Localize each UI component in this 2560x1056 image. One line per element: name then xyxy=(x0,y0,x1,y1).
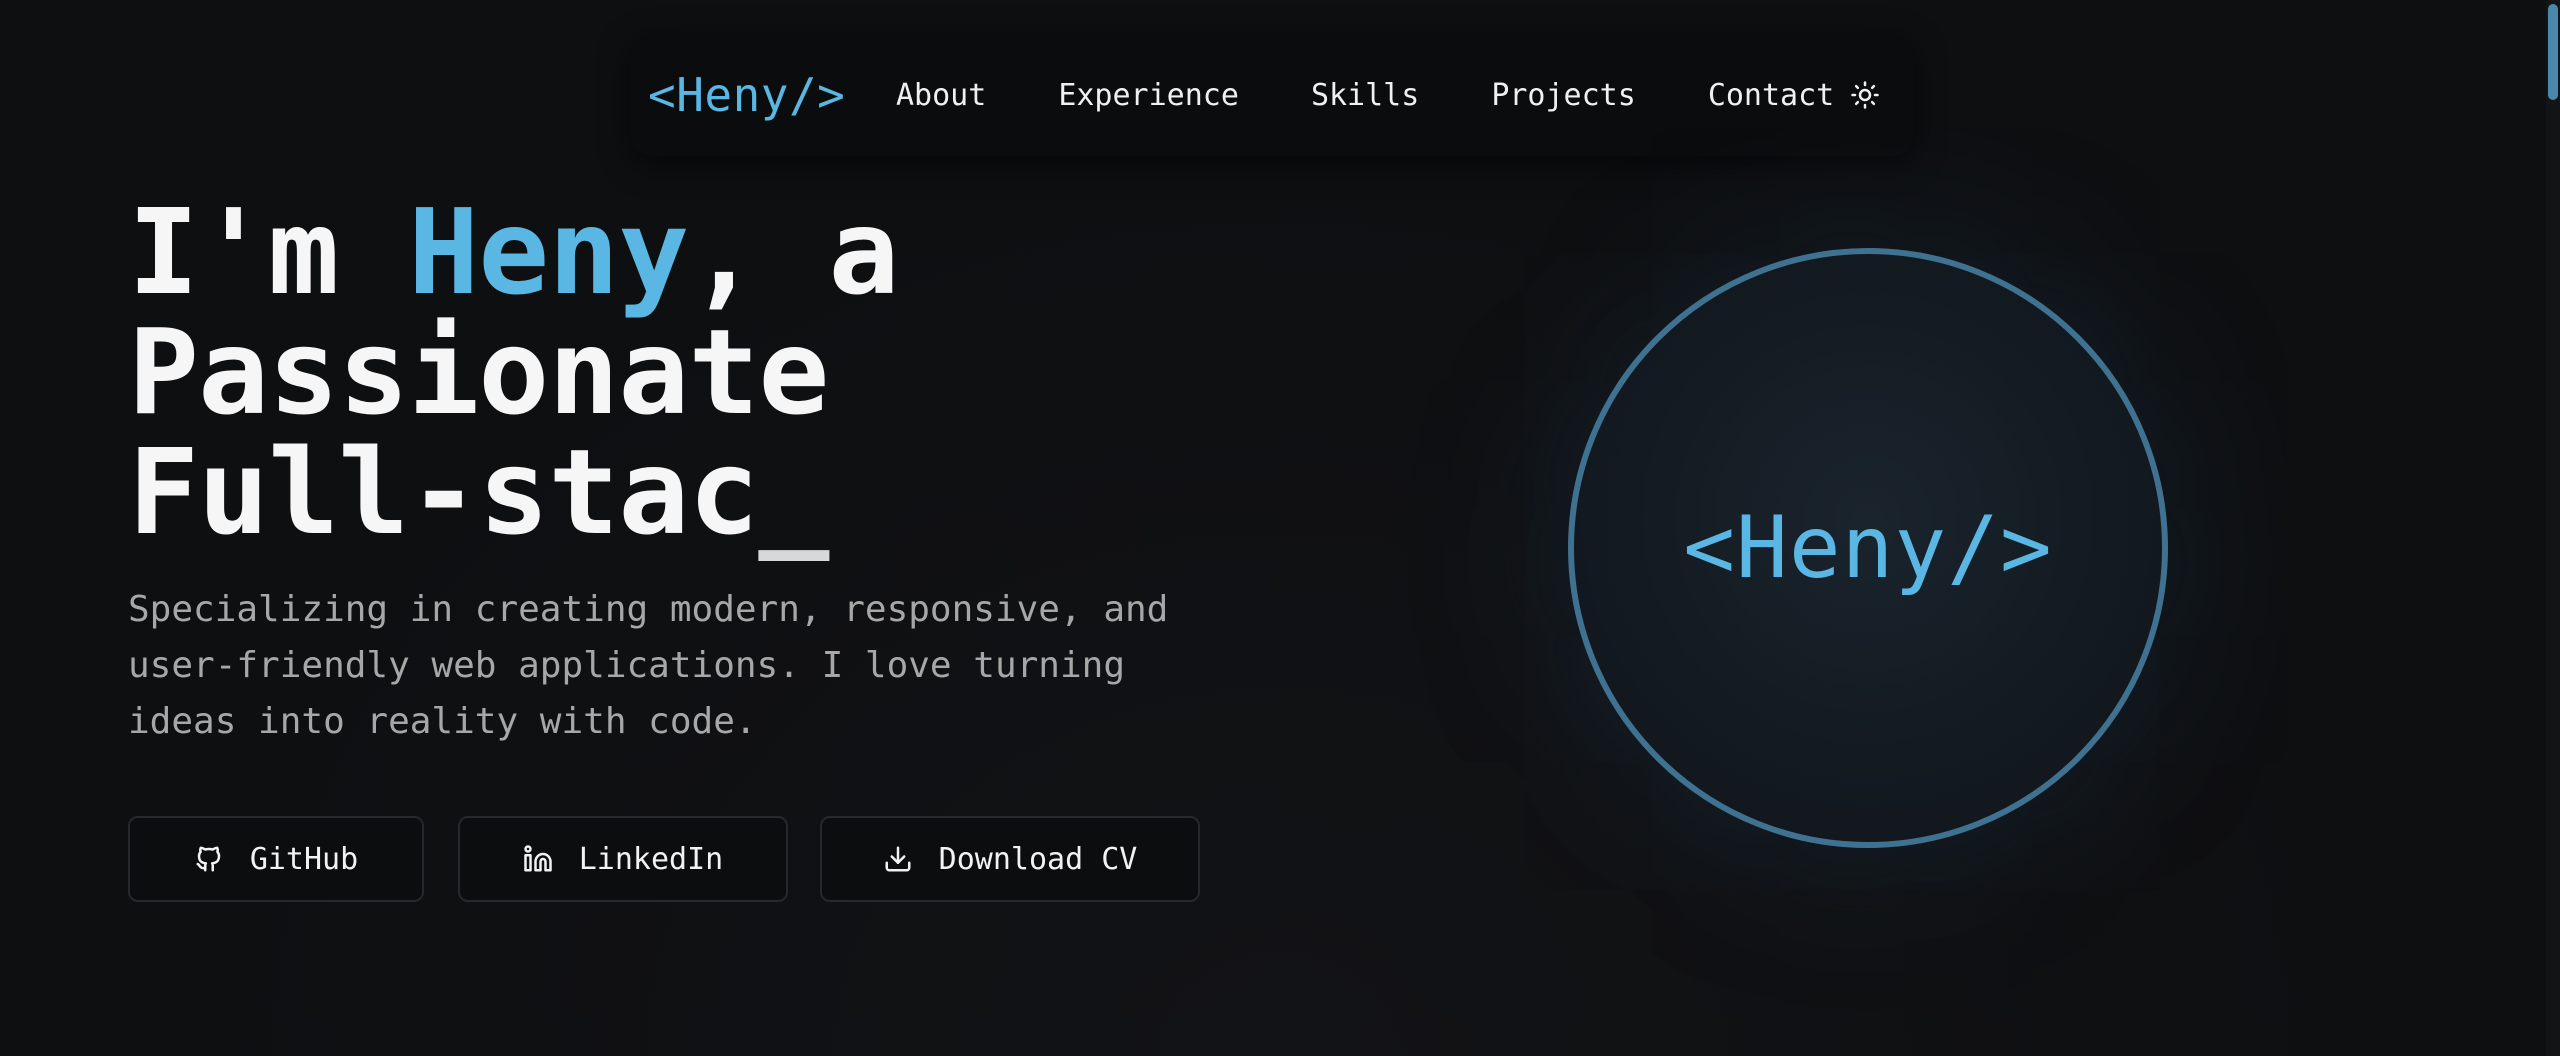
nav-link-skills[interactable]: Skills xyxy=(1311,78,1419,113)
hero-title-prefix: I'm xyxy=(128,183,409,321)
download-icon xyxy=(885,846,911,872)
nav-link-about[interactable]: About xyxy=(896,78,986,113)
logo-circle: <Heny/> xyxy=(1568,248,2168,848)
linkedin-icon xyxy=(524,845,552,872)
hero-subtitle-line-3: ideas into reality with code. xyxy=(128,701,757,742)
download-cv-button-label: Download CV xyxy=(938,841,1138,877)
scrollbar[interactable] xyxy=(2546,0,2560,1056)
download-cv-button[interactable]: Download CV xyxy=(820,816,1200,902)
typing-cursor: _ xyxy=(758,423,829,561)
nav-links: About Experience Skills Projects Contact xyxy=(896,78,1834,113)
hero-subtitle: Specializing in creating modern, respons… xyxy=(128,582,1208,750)
page: <Heny/> About Experience Skills Projects… xyxy=(0,0,2560,1056)
brand-logo[interactable]: <Heny/> xyxy=(648,68,845,122)
hero-title-suffix: , a xyxy=(688,183,899,321)
github-icon xyxy=(196,846,221,872)
github-button[interactable]: GitHub xyxy=(128,816,424,902)
scrollbar-thumb[interactable] xyxy=(2548,4,2558,100)
nav-link-projects[interactable]: Projects xyxy=(1491,78,1636,113)
hero-title: I'm Heny, a Passionate Full-stac_ xyxy=(128,192,899,552)
logo-text: <Heny/> xyxy=(1683,498,2053,598)
hero-subtitle-line-2: user-friendly web applications. I love t… xyxy=(128,645,1125,686)
nav-link-experience[interactable]: Experience xyxy=(1058,78,1239,113)
hero-title-line2: Passionate xyxy=(128,303,829,441)
linkedin-button[interactable]: LinkedIn xyxy=(458,816,788,902)
theme-toggle-button[interactable] xyxy=(1848,78,1882,112)
hero-title-line3: Full-stac xyxy=(128,423,759,561)
navbar: <Heny/> About Experience Skills Projects… xyxy=(630,34,1914,156)
hero-subtitle-line-1: Specializing in creating modern, respons… xyxy=(128,589,1169,630)
linkedin-button-label: LinkedIn xyxy=(578,841,724,877)
sun-icon xyxy=(1851,81,1879,109)
nav-link-contact[interactable]: Contact xyxy=(1708,78,1834,113)
hero-title-name: Heny xyxy=(408,183,689,321)
github-button-label: GitHub xyxy=(249,841,359,877)
